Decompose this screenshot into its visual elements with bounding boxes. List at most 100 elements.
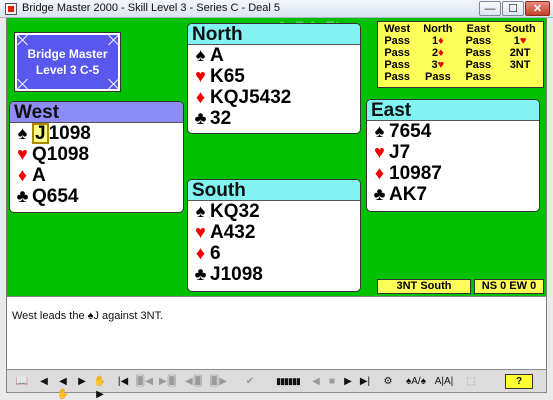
diamond-icon: ♦ — [195, 243, 206, 263]
heart-icon: ♥ — [519, 35, 527, 47]
south-label: South — [188, 180, 360, 201]
toolbar: 📖 ◀ ◀✋ ▶ ✋▶ |◀ 🂠◀ ▶🂠 ◀🂠 🂠▶ ✔ ▮▮▮▮▮▮ ◀ ■ … — [6, 369, 547, 400]
card-back-button[interactable]: 🂠◀ — [133, 374, 155, 389]
east-spades: ♠ 7654 — [367, 121, 539, 142]
club-icon: ♣ — [373, 184, 386, 204]
east-hearts: ♥ J7 — [367, 142, 539, 163]
north-label: North — [188, 24, 360, 45]
lead-card[interactable]: J — [32, 123, 49, 144]
spade-a-button[interactable]: ♠A/♠ — [403, 374, 429, 389]
spade-icon: ♠ — [195, 45, 206, 65]
heart-icon: ♥ — [195, 222, 206, 242]
bid: Pass — [384, 71, 411, 83]
auction-row: Pass 1♦ Pass 1♥ — [378, 35, 543, 47]
settings-icon[interactable]: ⚙ — [379, 374, 397, 389]
deal-info-line1: Bridge Master — [27, 47, 108, 61]
bid: Pass — [384, 35, 411, 47]
close-button[interactable]: ✕ — [525, 1, 550, 16]
east-hand: East ♠ 7654 ♥ J7 ♦ 10987 ♣ AK7 — [366, 99, 540, 212]
west-label: West — [10, 102, 183, 123]
north-clubs: ♣ 32 — [188, 108, 360, 129]
spade-icon: ♠ — [195, 201, 206, 221]
title-bar: Bridge Master 2000 - Skill Level 3 - Ser… — [0, 0, 553, 18]
bid: 3NT — [509, 59, 531, 71]
play-button[interactable]: ▶ — [75, 374, 89, 389]
bid: Pass — [425, 71, 451, 83]
south-diamonds: ♦ 6 — [188, 243, 360, 264]
table-felt: AaE AaEt Bridge Master Level 3 C-5 North… — [6, 18, 547, 296]
bid: 2NT — [509, 47, 531, 59]
club-icon: ♣ — [194, 108, 207, 128]
score-display: NS 0 EW 0 — [474, 279, 544, 294]
bid: Pass — [465, 35, 492, 47]
south-hearts: ♥ A432 — [188, 222, 360, 243]
aj-button[interactable]: A|A| — [431, 374, 457, 389]
deal-info-box: Bridge Master Level 3 C-5 — [14, 32, 121, 92]
west-hand: West ♠ J 1098 ♥ Q1098 ♦ A ♣ Q654 — [9, 101, 184, 213]
help-button[interactable]: ? — [505, 374, 533, 389]
message-panel: West leads the ♠J against 3NT. — [6, 296, 547, 369]
prev-board-button[interactable]: ◀ — [37, 374, 51, 389]
diamond-icon: ♦ — [374, 163, 385, 183]
heart-icon: ♥ — [17, 144, 28, 164]
auction-header-east: East — [466, 22, 490, 35]
bid: Pass — [465, 47, 492, 59]
hand-back-button[interactable]: ◀✋ — [52, 374, 74, 400]
maximize-button[interactable]: ☐ — [502, 1, 524, 16]
grid-icon[interactable]: ⬚ — [461, 374, 481, 389]
bid — [497, 71, 543, 83]
bid: 1♦ — [431, 35, 444, 47]
rewind-button[interactable]: |◀ — [115, 374, 131, 389]
auction-header-north: North — [423, 22, 453, 35]
back-trick-button[interactable]: ◀ — [309, 374, 323, 389]
undo-button[interactable]: ◀🂠 — [183, 374, 205, 389]
bars-icon[interactable]: ▮▮▮▮▮▮ — [271, 374, 305, 389]
heart-icon: ♥ — [374, 142, 385, 162]
message-text: West leads the ♠J against 3NT. — [12, 310, 164, 322]
north-diamonds: ♦ KQJ5432 — [188, 87, 360, 108]
south-spades: ♠ KQ32 — [188, 201, 360, 222]
end-button[interactable]: ▶| — [357, 374, 373, 389]
window-title: Bridge Master 2000 - Skill Level 3 - Ser… — [22, 2, 280, 14]
spade-icon: ♠ — [374, 121, 385, 141]
diamond-icon: ♦ — [438, 35, 444, 47]
bid: Pass — [384, 47, 411, 59]
bridge-master-window: Bridge Master 2000 - Skill Level 3 - Ser… — [0, 0, 553, 400]
auction-row: Pass Pass Pass — [378, 71, 543, 83]
diamond-icon: ♦ — [438, 47, 444, 59]
bid: Pass — [465, 71, 492, 83]
bid: 2♦ — [431, 47, 444, 59]
west-hearts: ♥ Q1098 — [10, 144, 183, 165]
bid: Pass — [384, 59, 411, 71]
club-icon: ♣ — [16, 186, 29, 206]
west-diamonds: ♦ A — [10, 165, 183, 186]
app-icon — [5, 3, 17, 15]
forward-trick-button[interactable]: ▶ — [341, 374, 355, 389]
contract-display: 3NT South — [377, 279, 471, 294]
stop-button[interactable]: ■ — [325, 374, 339, 389]
north-spades: ♠ A — [188, 45, 360, 66]
minimize-button[interactable]: — — [479, 1, 501, 16]
diamond-icon: ♦ — [195, 87, 206, 107]
bid: 1♥ — [513, 35, 527, 47]
east-clubs: ♣ AK7 — [367, 184, 539, 205]
club-icon: ♣ — [194, 264, 207, 284]
check-button[interactable]: ✔ — [235, 374, 265, 389]
bid: 3♥ — [431, 59, 445, 71]
auction-header-south: South — [504, 22, 536, 35]
auction-header-west: West — [384, 22, 411, 35]
west-spades: ♠ J 1098 — [10, 123, 183, 144]
auction-box: West North East South Pass 1♦ Pass 1♥ Pa… — [377, 21, 544, 88]
east-diamonds: ♦ 10987 — [367, 163, 539, 184]
redo-button[interactable]: 🂠▶ — [207, 374, 229, 389]
bid: Pass — [465, 59, 492, 71]
south-hand: South ♠ KQ32 ♥ A432 ♦ 6 ♣ J1098 — [187, 179, 361, 292]
diamond-icon: ♦ — [17, 165, 28, 185]
auction-header-row: West North East South — [378, 22, 543, 35]
card-forward-button[interactable]: ▶🂠 — [157, 374, 179, 389]
auction-row: Pass 3♥ Pass 3NT — [378, 59, 543, 71]
book-icon[interactable]: 📖 — [13, 374, 31, 389]
hand-forward-button[interactable]: ✋▶ — [89, 374, 111, 400]
heart-icon: ♥ — [195, 66, 206, 86]
auction-table: West North East South Pass 1♦ Pass 1♥ Pa… — [378, 22, 543, 84]
